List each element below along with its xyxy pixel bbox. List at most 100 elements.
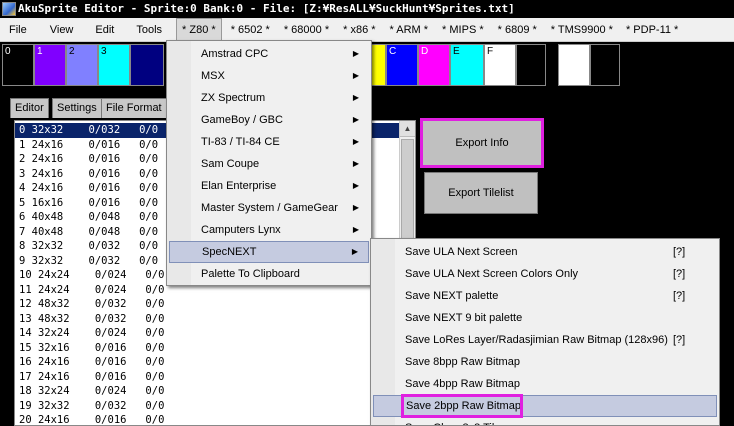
palette-index-label: 1 (37, 46, 43, 57)
palette-swatch[interactable]: E (450, 44, 484, 86)
specnext-menu-item[interactable]: Save 8bpp Raw Bitmap (373, 351, 717, 373)
menu-tools[interactable]: Tools (128, 19, 170, 41)
submenu-arrow-icon: ▶ (352, 203, 359, 212)
palette-index-label: F (487, 46, 494, 57)
help-hint: [?] (673, 290, 686, 302)
list-item[interactable]: 17 24x16 0/016 0/0 (15, 370, 401, 385)
highlight-frame (401, 394, 523, 418)
z80-menu-item[interactable]: Amstrad CPC ▶ (169, 43, 369, 65)
submenu-arrow-icon: ▶ (351, 247, 358, 256)
menu-tms9900[interactable]: * TMS9900 * (546, 19, 618, 41)
specnext-menu-item[interactable]: Save NEXT 9 bit palette (373, 307, 717, 329)
list-item[interactable]: 18 32x24 0/024 0/0 (15, 384, 401, 399)
app-icon (2, 2, 16, 16)
menu-68000[interactable]: * 68000 * (279, 19, 334, 41)
menu-item-label: Sam Coupe (201, 158, 260, 170)
export-tilelist-button[interactable]: Export Tilelist (424, 172, 538, 214)
menu-item-label: SpecNEXT (202, 246, 257, 258)
menu-item-label: Save Clear 8x8 Tiles (405, 422, 506, 425)
list-item[interactable]: 13 48x32 0/032 0/0 (15, 312, 401, 327)
z80-menu-item[interactable]: ZX Spectrum ▶ (169, 87, 369, 109)
menu-arm[interactable]: * ARM * (385, 19, 434, 41)
palette-swatch[interactable]: 0 (2, 44, 34, 86)
menu-z80[interactable]: * Z80 * (176, 17, 222, 42)
palette-swatch[interactable]: 1 (34, 44, 66, 86)
menu-view[interactable]: View (42, 19, 82, 41)
menu-mips[interactable]: * MIPS * (437, 19, 489, 41)
palette-index-label: 3 (101, 46, 107, 57)
menu-item-label: Camputers Lynx (201, 224, 281, 236)
menu-item-label: Amstrad CPC (201, 48, 269, 60)
menu-bar: File View Edit Tools * Z80 * * 6502 * * 68000 … (0, 17, 734, 42)
z80-menu-item[interactable]: GameBoy / GBC ▶ (169, 109, 369, 131)
menu-pdp-11[interactable]: * PDP-11 * (622, 19, 682, 41)
z80-menu-item[interactable]: Elan Enterprise ▶ (169, 175, 369, 197)
list-item[interactable]: 19 32x32 0/032 0/0 (15, 399, 401, 414)
scroll-up-icon[interactable]: ▲ (400, 121, 415, 137)
list-item[interactable]: 20 24x16 0/016 0/0 (15, 413, 401, 425)
menu-item-label: MSX (201, 70, 225, 82)
submenu-arrow-icon: ▶ (352, 137, 359, 146)
submenu-arrow-icon: ▶ (352, 159, 359, 168)
help-hint: [?] (673, 268, 686, 280)
specnext-menu-item[interactable]: Save ULA Next Screen [?] (373, 241, 717, 263)
menu-item-label: Palette To Clipboard (201, 268, 300, 280)
palette-swatch[interactable]: C (386, 44, 418, 86)
submenu-arrow-icon: ▶ (352, 93, 359, 102)
menu-item-label: Save 4bpp Raw Bitmap (405, 378, 520, 390)
specnext-menu-item[interactable]: Save Clear 8x8 Tiles (373, 417, 717, 425)
z80-menu-item[interactable]: TI-83 / TI-84 CE ▶ (169, 131, 369, 153)
submenu-arrow-icon: ▶ (352, 115, 359, 124)
palette-swatch[interactable]: F (484, 44, 516, 86)
palette-swatch[interactable] (130, 44, 164, 86)
list-item[interactable]: 12 48x32 0/032 0/0 (15, 297, 401, 312)
window-title: AkuSprite Editor - Sprite:0 Bank:0 - Fil… (18, 2, 515, 15)
menu-item-label: Save NEXT 9 bit palette (405, 312, 523, 324)
palette-index-label: 0 (5, 46, 11, 57)
palette-swatch[interactable] (590, 44, 620, 86)
palette-swatch[interactable]: 2 (66, 44, 98, 86)
menu-item-label: ZX Spectrum (201, 92, 266, 104)
z80-menu-item[interactable]: Master System / GameGear ▶ (169, 197, 369, 219)
palette-index-label: 2 (69, 46, 75, 57)
menu-edit[interactable]: Edit (87, 19, 122, 41)
list-item[interactable]: 15 32x16 0/016 0/0 (15, 341, 401, 356)
palette-swatch[interactable] (516, 44, 546, 86)
z80-menu: Amstrad CPC ▶ MSX ▶ ZX Spectrum ▶ GameBoy / GB… (166, 40, 372, 286)
specnext-menu-item[interactable]: Save NEXT palette [?] (373, 285, 717, 307)
menu-item-label: Save ULA Next Screen (405, 246, 518, 258)
menu-item-label: Save ULA Next Screen Colors Only (405, 268, 579, 280)
menu-file[interactable]: File (0, 19, 36, 41)
z80-menu-item[interactable]: Palette To Clipboard (169, 263, 369, 285)
specnext-menu-item[interactable]: Save LoRes Layer/Radasjimian Raw Bitmap … (373, 329, 717, 351)
submenu-arrow-icon: ▶ (352, 225, 359, 234)
menu-6809[interactable]: * 6809 * (493, 19, 542, 41)
z80-menu-item[interactable]: Camputers Lynx ▶ (169, 219, 369, 241)
menu-item-label: Save 8bpp Raw Bitmap (405, 356, 520, 368)
menu-item-label: Save LoRes Layer/Radasjimian Raw Bitmap … (405, 334, 668, 346)
list-item[interactable]: 16 24x16 0/016 0/0 (15, 355, 401, 370)
submenu-arrow-icon: ▶ (352, 49, 359, 58)
specnext-menu-item[interactable]: Save 4bpp Raw Bitmap (373, 373, 717, 395)
tab-file-format[interactable]: File Format (101, 98, 167, 118)
specnext-submenu: Save ULA Next Screen [?] Save ULA Next Scr… (370, 238, 720, 426)
tab-settings[interactable]: Settings (52, 98, 102, 118)
z80-menu-item[interactable]: SpecNEXT ▶ (169, 241, 369, 263)
menu-item-label: Elan Enterprise (201, 180, 277, 192)
tab-editor[interactable]: Editor (10, 98, 49, 118)
export-info-button[interactable]: Export Info (420, 118, 544, 168)
palette-index-label: C (389, 46, 397, 57)
menu-6502[interactable]: * 6502 * (226, 19, 275, 41)
palette-swatch[interactable] (558, 44, 590, 86)
palette-index-label: D (421, 46, 429, 57)
z80-menu-item[interactable]: Sam Coupe ▶ (169, 153, 369, 175)
list-item[interactable]: 14 32x24 0/024 0/0 (15, 326, 401, 341)
specnext-menu-item[interactable]: Save ULA Next Screen Colors Only [?] (373, 263, 717, 285)
palette-swatch[interactable]: D (418, 44, 450, 86)
palette-swatch[interactable]: 3 (98, 44, 130, 86)
menu-x86[interactable]: * x86 * (338, 19, 380, 41)
palette-index-label: E (453, 46, 460, 57)
help-hint: [?] (673, 334, 686, 346)
menu-item-label: Master System / GameGear (201, 202, 338, 214)
z80-menu-item[interactable]: MSX ▶ (169, 65, 369, 87)
